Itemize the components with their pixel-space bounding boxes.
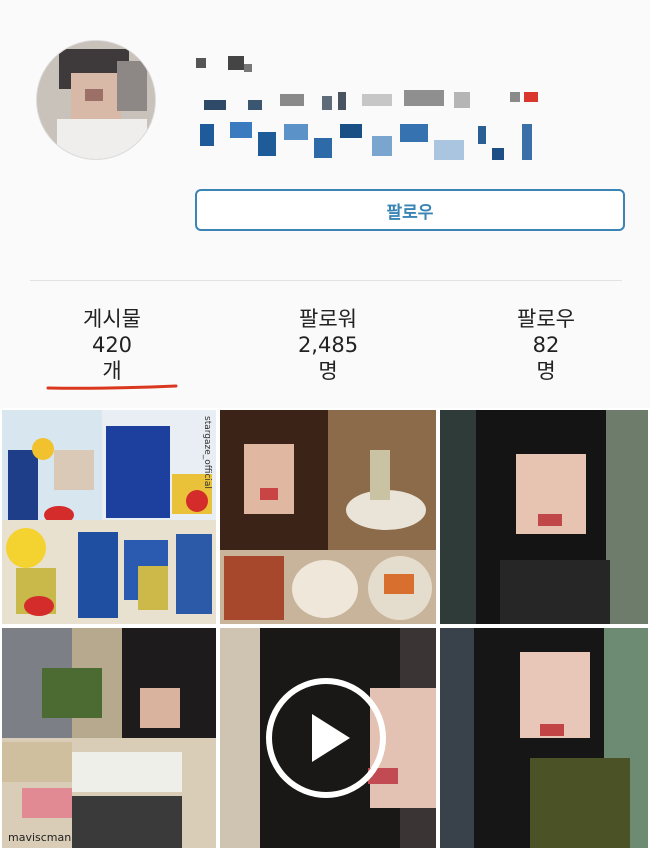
avatar[interactable] bbox=[36, 40, 156, 160]
posts-underline bbox=[46, 384, 178, 390]
stat-followers-value: 2,485 bbox=[297, 333, 359, 357]
profile-header: 팔로우 게시물 420 개 팔로워 2,485 명 팔로우 82 명 bbox=[0, 0, 650, 408]
photo-tile[interactable] bbox=[440, 410, 648, 624]
video-tile[interactable] bbox=[220, 628, 436, 848]
follow-button[interactable]: 팔로우 bbox=[195, 189, 625, 231]
stat-following-value: 82 bbox=[532, 333, 560, 357]
stat-following-unit: 명 bbox=[536, 359, 556, 383]
stat-posts-value: 420 bbox=[91, 333, 133, 357]
stat-posts-unit: 개 bbox=[102, 359, 122, 383]
stat-posts[interactable]: 게시물 420 개 bbox=[32, 306, 192, 384]
photo-tile[interactable]: maviscman bbox=[2, 628, 216, 848]
stat-followers-unit: 명 bbox=[318, 359, 338, 383]
username-caption: maviscman bbox=[8, 831, 72, 844]
stat-following[interactable]: 팔로우 82 명 bbox=[466, 306, 626, 384]
divider bbox=[30, 280, 622, 281]
photo-tile[interactable] bbox=[440, 628, 648, 848]
stat-followers[interactable]: 팔로워 2,485 명 bbox=[248, 306, 408, 384]
watermark-text: stargaze_official bbox=[202, 416, 212, 489]
username-redacted bbox=[192, 52, 552, 170]
photo-tile[interactable] bbox=[220, 410, 436, 624]
photo-grid: stargaze_official maviscman bbox=[0, 408, 650, 848]
play-icon bbox=[312, 714, 350, 762]
photo-tile[interactable]: stargaze_official bbox=[2, 410, 216, 624]
stat-following-label: 팔로우 bbox=[517, 307, 575, 331]
stat-followers-label: 팔로워 bbox=[299, 307, 357, 331]
stat-posts-label: 게시물 bbox=[83, 307, 141, 331]
